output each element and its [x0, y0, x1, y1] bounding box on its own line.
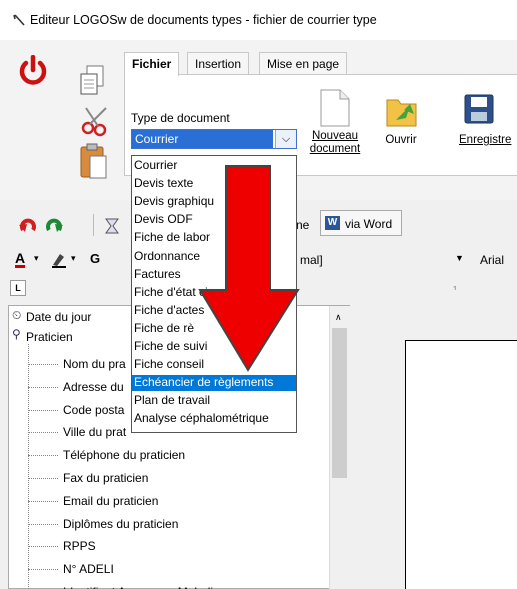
font-select-value[interactable]: Arial — [480, 253, 504, 267]
tree-item-field[interactable]: Nom du pra — [63, 357, 126, 371]
tree-connector — [28, 546, 58, 548]
save-button[interactable]: Enregistre — [459, 134, 517, 147]
tree-connector — [28, 386, 58, 388]
tree-scrollbar[interactable]: ∧ — [329, 306, 350, 589]
red-arrow-annotation — [198, 165, 300, 372]
tree-item-field[interactable]: Identifiant Assurance Maladie — [63, 585, 220, 589]
tree-item-field[interactable]: Téléphone du praticien — [63, 448, 185, 462]
new-document-label-2: document — [309, 143, 361, 155]
tree-connector — [28, 500, 58, 502]
tab-insertion[interactable]: Insertion — [187, 52, 250, 74]
cut-icon[interactable] — [78, 104, 112, 138]
toolbar-divider — [93, 214, 94, 236]
chevron-down-icon[interactable]: ⌵ — [275, 130, 296, 148]
clock-icon: ⏲ — [12, 308, 22, 322]
chevron-down-icon[interactable]: ▾ — [71, 253, 76, 264]
chevron-down-icon[interactable]: ▾ — [34, 253, 39, 264]
title-bar: Editeur LOGOSw de documents types - fich… — [0, 0, 517, 40]
tree-connector — [28, 432, 58, 434]
doc-type-label: Type de document — [131, 111, 230, 125]
open-folder-icon — [386, 99, 417, 127]
tree-connector — [28, 523, 58, 525]
tree-connector — [28, 478, 58, 479]
tree-connector — [28, 364, 58, 365]
highlight-icon[interactable] — [50, 250, 68, 268]
window-title: Editeur LOGOSw de documents types - fich… — [30, 13, 377, 27]
tree-vertical-connector — [28, 344, 29, 589]
copy-icon[interactable] — [78, 64, 108, 100]
tree-item-field[interactable]: Fax du praticien — [63, 471, 148, 485]
chevron-down-icon[interactable]: ▼ — [455, 253, 464, 263]
doc-type-value: Courrier — [132, 130, 273, 148]
power-icon[interactable] — [18, 55, 48, 87]
tree-item-field[interactable]: Code posta — [63, 403, 124, 417]
tree-connector — [28, 569, 58, 571]
hourglass-icon[interactable] — [102, 216, 122, 236]
bold-button[interactable]: G — [90, 251, 100, 266]
tree-item-field[interactable]: Diplômes du praticien — [63, 517, 178, 531]
tree-item-field[interactable]: N° ADELI — [63, 562, 114, 576]
redo-icon[interactable] — [44, 218, 64, 234]
tree-connector — [28, 409, 58, 411]
paste-icon[interactable] — [78, 142, 110, 182]
tree-item-field[interactable]: Email du praticien — [63, 494, 158, 508]
word-icon: W — [325, 216, 340, 230]
dropdown-option[interactable]: Analyse céphalométrique — [132, 411, 296, 427]
dropdown-option[interactable]: Echéancier de règlements — [132, 375, 296, 391]
tree-item-date[interactable]: Date du jour — [26, 310, 91, 324]
save-icon — [464, 94, 494, 124]
new-document-button[interactable]: Nouveau document — [306, 130, 364, 156]
tree-item-field[interactable]: Adresse du — [63, 380, 124, 394]
user-icon: ⚲ — [12, 327, 21, 341]
editor-window: Editeur LOGOSw de documents types - fich… — [0, 0, 517, 589]
undo-icon[interactable] — [18, 218, 38, 234]
tree-connector — [28, 455, 58, 457]
tab-fichier[interactable]: Fichier — [124, 52, 180, 76]
tree-item-field[interactable]: RPPS — [63, 539, 96, 553]
app-icon — [13, 14, 25, 26]
style-select-value[interactable]: mal] — [300, 253, 323, 267]
tree-item-field[interactable]: Ville du prat — [63, 425, 126, 439]
document-page[interactable] — [405, 340, 517, 589]
tab-mise-en-page[interactable]: Mise en page — [259, 52, 348, 74]
tree-item-praticien[interactable]: Praticien — [26, 330, 73, 344]
doc-type-select[interactable]: Courrier ⌵ — [131, 129, 297, 149]
scroll-up-icon[interactable]: ∧ — [335, 312, 342, 323]
via-word-label: via Word — [345, 217, 393, 231]
open-button[interactable]: Ouvrir — [378, 134, 424, 147]
new-document-label-1: Nouveau — [311, 130, 359, 142]
new-document-icon — [320, 89, 350, 127]
scroll-thumb[interactable] — [332, 328, 347, 478]
via-word-button[interactable]: W via Word — [320, 210, 402, 236]
tab-stop-icon[interactable]: L — [10, 280, 26, 296]
dropdown-option[interactable]: Plan de travail — [132, 393, 296, 409]
font-color-button[interactable]: A — [15, 250, 25, 266]
